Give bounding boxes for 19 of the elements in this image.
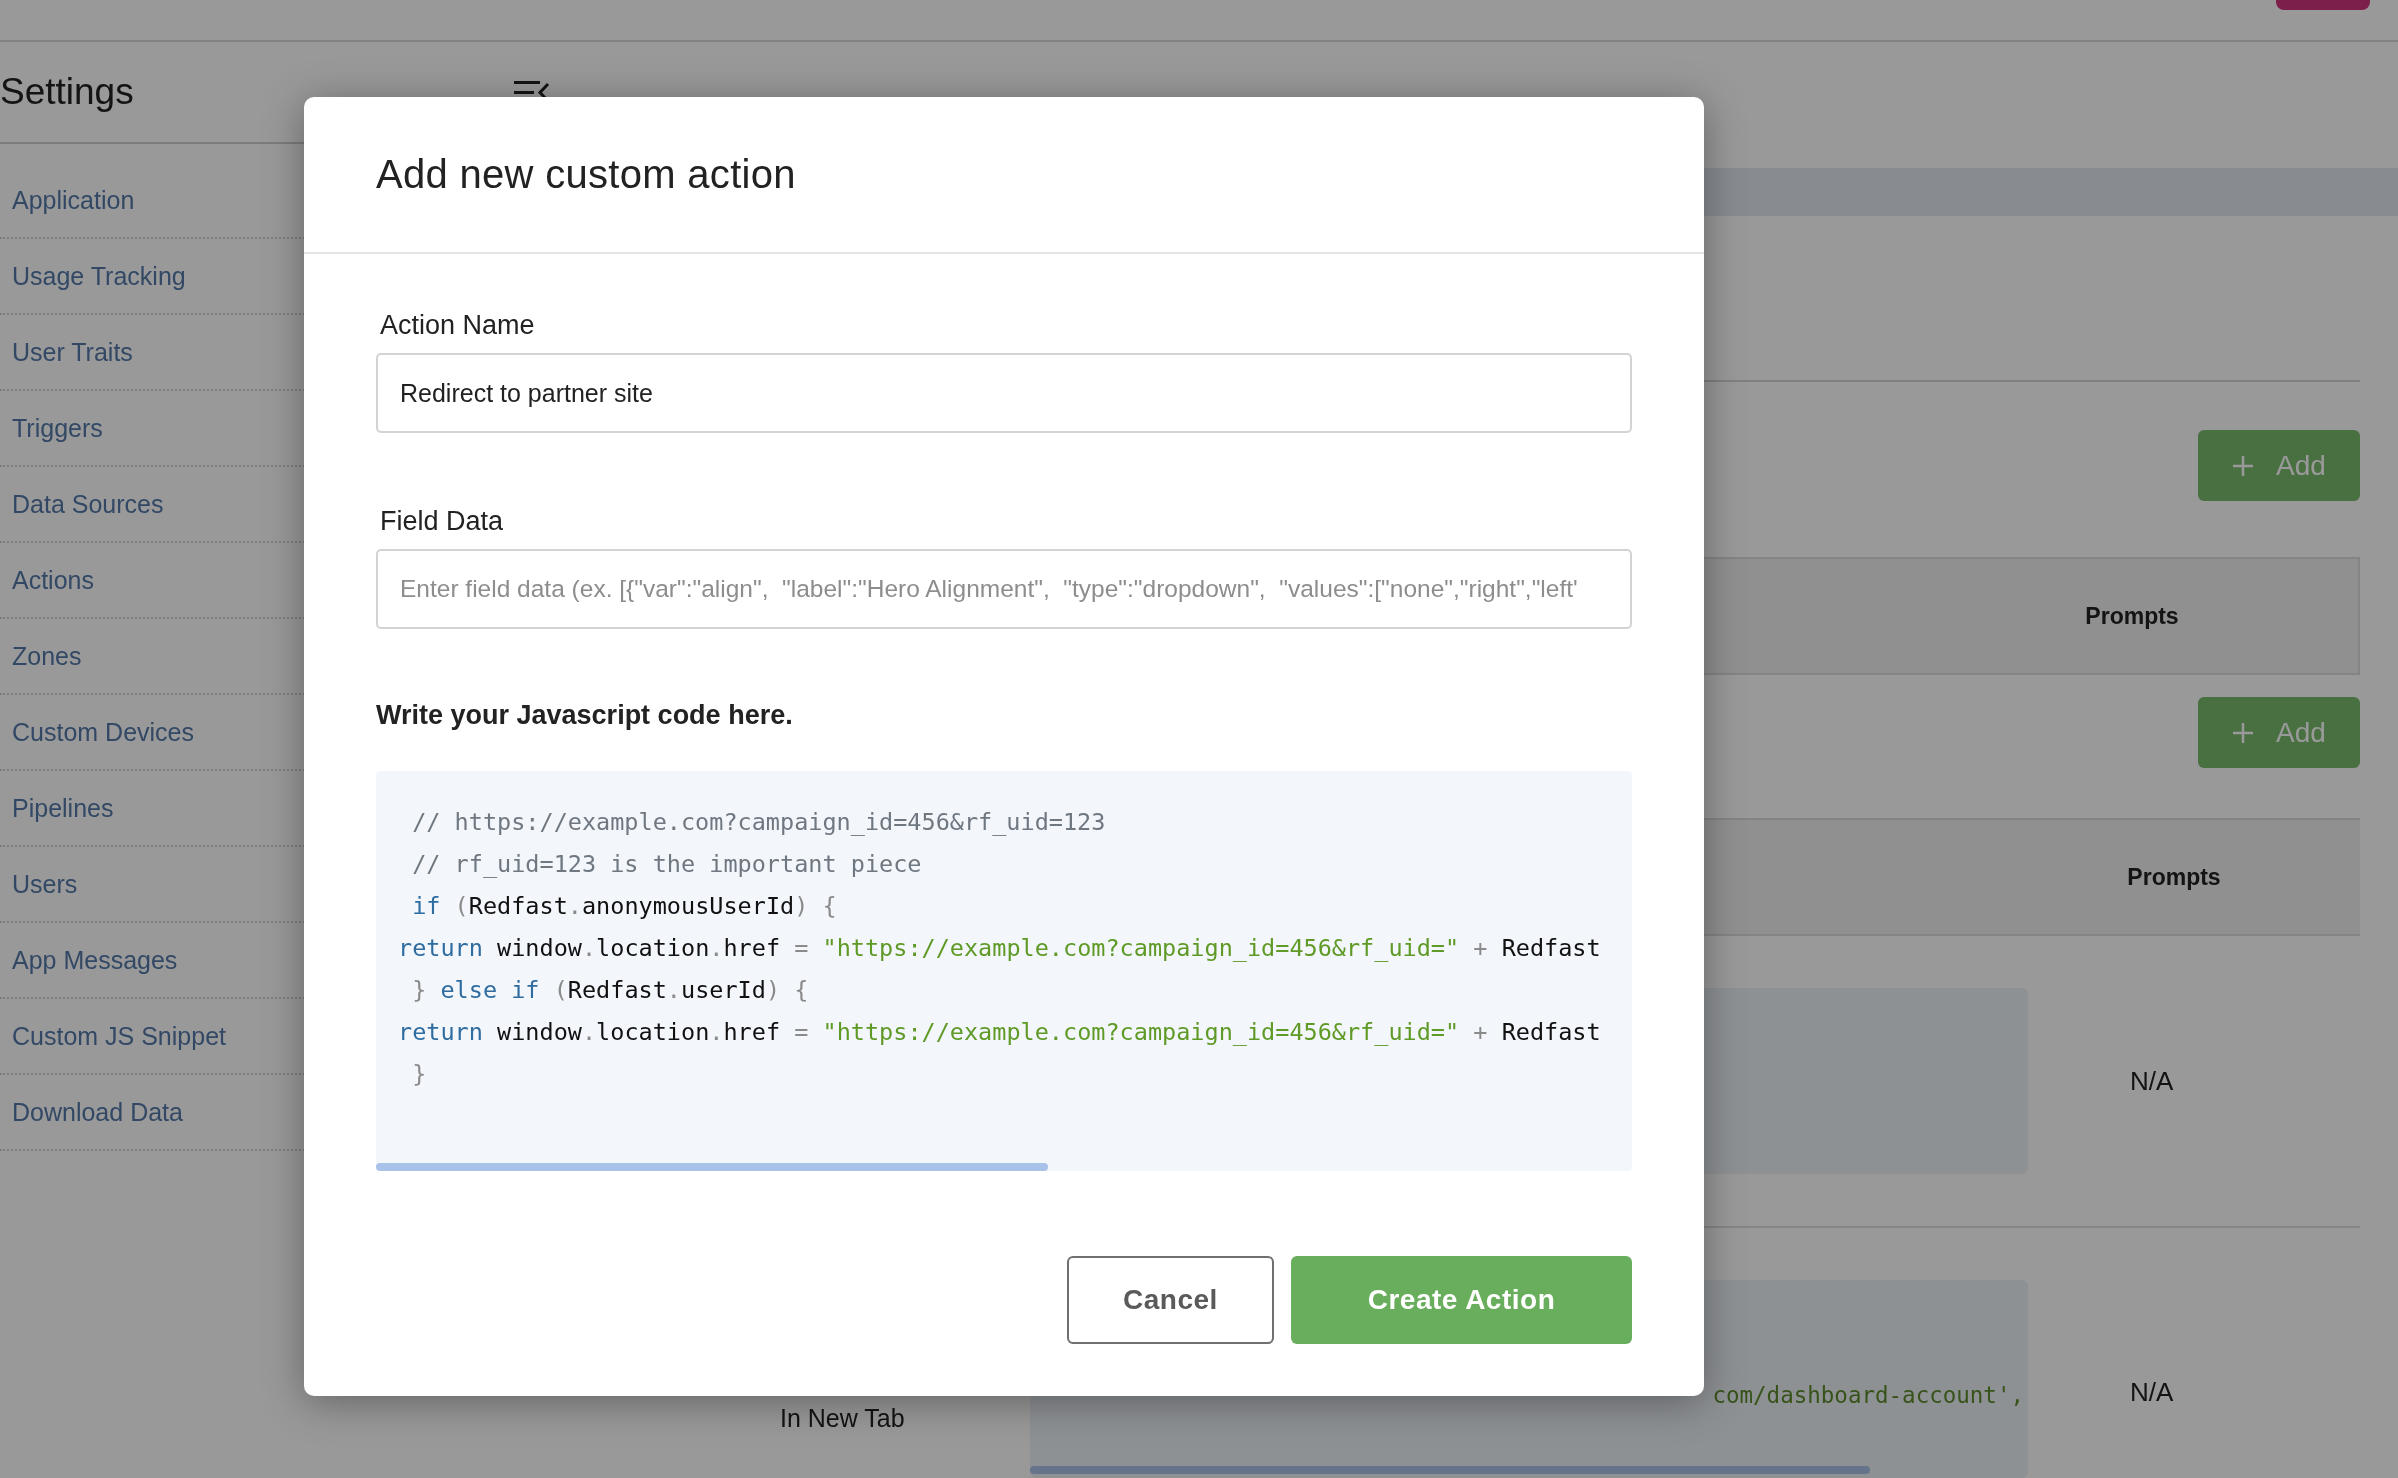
table-cell-text: N/A	[2129, 1065, 2175, 1097]
scrollbar[interactable]	[376, 1163, 1048, 1171]
column-header: Prompts	[2126, 862, 2222, 892]
column-header: Prompts	[2084, 601, 2180, 631]
create-button[interactable]: Create Action	[1291, 1256, 1632, 1344]
scrollbar[interactable]	[1030, 1466, 1870, 1474]
header-button[interactable]	[2276, 0, 2370, 10]
cancel-button[interactable]: Cancel	[1067, 1256, 1274, 1344]
table-cell-text: N/A	[2129, 1377, 2175, 1408]
input-field[interactable]: Redirect to partner site	[376, 353, 1632, 433]
code-editor[interactable]	[376, 771, 1632, 1171]
add-button[interactable]: Add	[2198, 430, 2360, 501]
code-text: com/dashboard-account',	[1712, 1382, 2024, 1408]
row-label: In New Tab	[780, 1404, 906, 1433]
add-button[interactable]: Add	[2198, 697, 2360, 768]
plus-icon	[2232, 454, 2255, 477]
input-field[interactable]: Enter field data (ex. [{"var":"align", "label":"Hero Alignment", "type":"dropdown", "values":["none","right","left'	[376, 549, 1632, 629]
sidebar-title: Settings	[0, 71, 134, 113]
plus-icon	[2232, 721, 2255, 744]
